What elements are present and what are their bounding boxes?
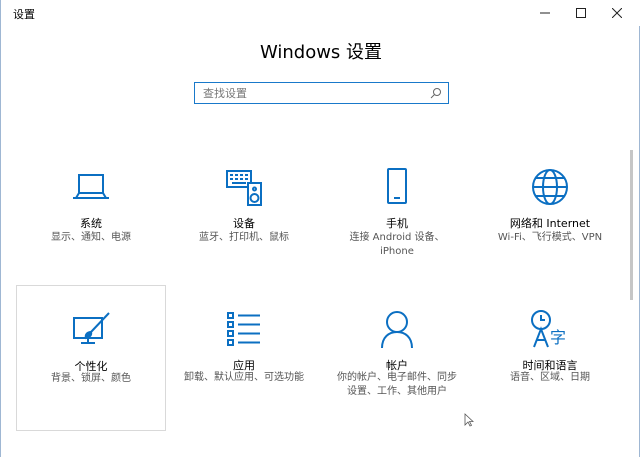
close-button[interactable]: [597, 0, 637, 26]
tile-title: 网络和 Internet: [509, 217, 591, 230]
paintbrush-screen-icon: [73, 312, 110, 344]
tile-title: 系统: [80, 217, 102, 230]
tile-devices[interactable]: 设备 蓝牙、打印机、鼠标: [169, 145, 319, 291]
close-icon: [612, 8, 622, 18]
search-input[interactable]: [203, 83, 423, 103]
scrollbar[interactable]: [630, 150, 633, 300]
laptop-icon: [73, 174, 109, 199]
window-title: 设置: [13, 8, 35, 21]
tile-phone[interactable]: 手机 连接 Android 设备、 iPhone: [322, 145, 472, 291]
tile-description: 卸载、默认应用、可选功能: [184, 372, 304, 383]
tile-description: Wi-Fi、飞行模式、VPN: [497, 232, 603, 243]
tile-personalization[interactable]: 个性化 背景、锁屏、颜色: [16, 285, 166, 431]
list-icon: [227, 312, 260, 346]
tile-description: 蓝牙、打印机、鼠标: [199, 232, 289, 243]
mouse-cursor-icon: [464, 413, 474, 427]
maximize-icon: [576, 8, 586, 18]
tile-apps[interactable]: 应用 卸载、默认应用、可选功能: [169, 285, 319, 431]
tile-title: 设备: [233, 217, 255, 230]
page-title: Windows 设置: [259, 42, 383, 63]
tile-title: 手机: [386, 217, 408, 230]
tile-system[interactable]: 系统 显示、通知、电源: [16, 145, 166, 291]
tile-description: 连接 Android 设备、 iPhone: [349, 232, 445, 257]
tile-description: 你的帐户、电子邮件、同步 设置、工作、其他用户: [337, 372, 457, 397]
settings-window: 设置 Windows 设置 系统 显示、通知、电源: [0, 0, 640, 457]
person-icon: [381, 311, 413, 349]
minimize-button[interactable]: [525, 0, 565, 26]
tile-description: 语音、区域、日期: [510, 372, 590, 383]
tile-network[interactable]: 网络和 Internet Wi-Fi、飞行模式、VPN: [475, 145, 625, 291]
time-language-icon: 字: [531, 310, 566, 348]
tile-description: 背景、锁屏、颜色: [51, 373, 131, 384]
title-bar[interactable]: 设置: [1, 0, 640, 26]
phone-icon: [387, 168, 407, 204]
tile-time-language[interactable]: 字 时间和语言 语音、区域、日期: [475, 285, 625, 431]
globe-icon: [532, 169, 568, 205]
maximize-button[interactable]: [561, 0, 601, 26]
tile-accounts[interactable]: 帐户 你的帐户、电子邮件、同步 设置、工作、其他用户: [322, 285, 472, 431]
search-box[interactable]: [194, 82, 449, 104]
search-icon: [430, 88, 441, 99]
tile-description: 显示、通知、电源: [51, 232, 131, 243]
minimize-icon: [540, 12, 550, 14]
svg-text:字: 字: [550, 328, 566, 347]
keyboard-speaker-icon: [226, 170, 262, 206]
